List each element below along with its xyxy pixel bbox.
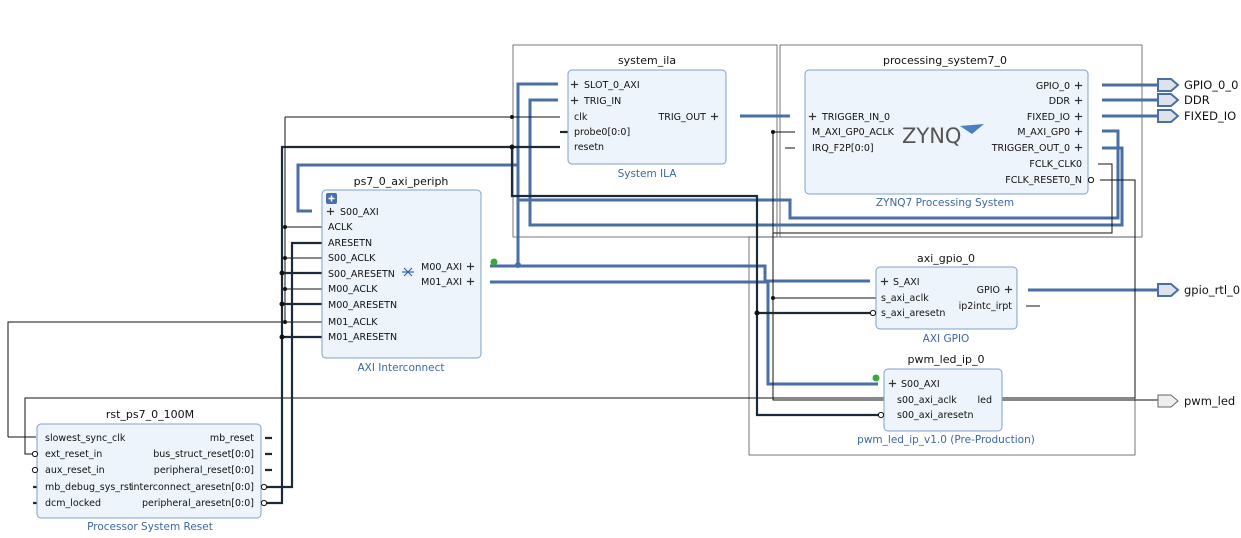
ext-port-gpio-0-0[interactable]: GPIO_0_0 xyxy=(1184,78,1238,92)
port-peripheral-reset[interactable]: peripheral_reset[0:0] xyxy=(154,465,254,476)
port-slot0-axi[interactable]: SLOT_0_AXI xyxy=(584,80,640,91)
axi-interconnect-block[interactable]: ps7_0_axi_periph S00_AXI ACLK ARESETN S0… xyxy=(321,175,498,374)
ps7-subtitle: ZYNQ7 Processing System xyxy=(876,197,1014,209)
port-m01-axi[interactable]: M01_AXI xyxy=(421,277,462,288)
port-aux-reset-in[interactable]: aux_reset_in xyxy=(45,465,105,476)
port-m00-axi[interactable]: M00_AXI xyxy=(421,262,462,273)
ext-port-fixed-io[interactable]: FIXED_IO xyxy=(1184,109,1236,123)
ps7-block[interactable]: processing_system7_0 TRIGGER_IN_0 M_AXI_… xyxy=(804,54,1095,209)
port-clk[interactable]: clk xyxy=(574,112,588,123)
port-gpio[interactable]: GPIO xyxy=(977,285,1000,296)
axi-gpio-subtitle: AXI GPIO xyxy=(923,333,970,345)
port-bus-struct-reset[interactable]: bus_struct_reset[0:0] xyxy=(153,449,254,460)
debug-bug-icon xyxy=(872,374,880,382)
port-s-axi-aresetn[interactable]: s_axi_aresetn xyxy=(881,308,945,319)
system-ila-name: system_ila xyxy=(618,54,676,67)
port-m-axi-gp0[interactable]: M_AXI_GP0 xyxy=(1017,127,1070,138)
port-m-axi-gp0-aclk[interactable]: M_AXI_GP0_ACLK xyxy=(812,127,895,138)
rst-subtitle: Processor System Reset xyxy=(87,521,213,533)
port-s00-axi[interactable]: S00_AXI xyxy=(340,207,379,218)
port-probe0[interactable]: probe0[0:0] xyxy=(574,127,630,138)
bus-m01-axi[interactable] xyxy=(490,280,878,386)
port-slowest-sync-clk[interactable]: slowest_sync_clk xyxy=(45,433,126,444)
port-fixed-io[interactable]: FIXED_IO xyxy=(1027,112,1070,123)
port-s-axi-aclk[interactable]: s_axi_aclk xyxy=(881,293,929,304)
pwm-name: pwm_led_ip_0 xyxy=(907,353,984,366)
port-trig-out[interactable]: TRIG_OUT xyxy=(657,112,706,123)
inverted-port-bubble xyxy=(877,411,885,419)
axi-periph-subtitle: AXI Interconnect xyxy=(357,362,444,374)
net-interconnect-aresetn[interactable] xyxy=(267,241,322,489)
port-m01-aresetn[interactable]: M01_ARESETN xyxy=(328,332,397,343)
port-led[interactable]: led xyxy=(977,395,992,406)
axi-gpio-block[interactable]: axi_gpio_0 S_AXI s_axi_aclk s_axi_areset… xyxy=(869,252,1018,345)
rst-name: rst_ps7_0_100M xyxy=(106,408,194,421)
port-mb-debug-sys-rst[interactable]: mb_debug_sys_rst xyxy=(45,482,133,493)
bus-slot0-axi[interactable] xyxy=(516,82,558,265)
axi-periph-name: ps7_0_axi_periph xyxy=(354,175,449,188)
port-ext-reset-in[interactable]: ext_reset_in xyxy=(45,449,102,460)
ext-port-gpio-0-0-icon[interactable] xyxy=(1157,78,1180,92)
inverted-port-bubble xyxy=(31,450,39,458)
port-m01-aclk[interactable]: M01_ACLK xyxy=(328,317,378,328)
ext-port-ddr-icon[interactable] xyxy=(1157,93,1180,107)
inverted-port-bubble xyxy=(31,466,39,474)
ps7-name: processing_system7_0 xyxy=(883,54,1007,67)
pwm-subtitle: pwm_led_ip_v1.0 (Pre-Production) xyxy=(857,434,1035,446)
port-resetn[interactable]: resetn xyxy=(574,142,604,153)
ext-port-gpio-rtl-0[interactable]: gpio_rtl_0 xyxy=(1184,283,1240,297)
net-clk-branches[interactable] xyxy=(285,226,322,323)
ext-port-pwm-led[interactable]: pwm_led xyxy=(1184,394,1235,408)
port-peripheral-aresetn[interactable]: peripheral_aresetn[0:0] xyxy=(142,498,254,509)
port-fclk-clk0[interactable]: FCLK_CLK0 xyxy=(1029,159,1082,170)
processor-reset-block[interactable]: rst_ps7_0_100M slowest_sync_clk ext_rese… xyxy=(31,408,268,533)
inverted-port-bubble xyxy=(260,499,268,507)
ext-port-pwm-led-icon[interactable] xyxy=(1157,394,1179,408)
port-ip2intc-irpt[interactable]: ip2intc_irpt xyxy=(959,301,1013,312)
port-trig-in[interactable]: TRIG_IN xyxy=(583,96,621,107)
port-s00-axi-aclk[interactable]: s00_axi_aclk xyxy=(897,395,957,406)
port-pwm-s00-axi[interactable]: S00_AXI xyxy=(901,379,940,390)
port-s00-aresetn[interactable]: S00_ARESETN xyxy=(328,269,395,280)
port-ddr[interactable]: DDR xyxy=(1049,96,1071,107)
ext-port-ddr[interactable]: DDR xyxy=(1184,93,1210,107)
port-m00-aclk[interactable]: M00_ACLK xyxy=(328,284,378,295)
system-ila-subtitle: System ILA xyxy=(618,168,678,180)
port-interconnect-aresetn[interactable]: interconnect_aresetn[0:0] xyxy=(131,482,254,493)
port-fclk-reset0-n[interactable]: FCLK_RESET0_N xyxy=(1005,175,1082,186)
ext-port-fixed-io-icon[interactable] xyxy=(1157,109,1180,123)
port-gpio-0[interactable]: GPIO_0 xyxy=(1036,81,1070,92)
port-irq-f2p[interactable]: IRQ_F2P[0:0] xyxy=(812,143,874,154)
zynq-logo: ZYNQ xyxy=(902,124,961,148)
bus-m00-axi[interactable] xyxy=(490,264,870,283)
port-trigger-out-0[interactable]: TRIGGER_OUT_0 xyxy=(991,143,1070,154)
port-s00-aclk[interactable]: S00_ACLK xyxy=(328,253,376,264)
inverted-port-bubble xyxy=(260,483,268,491)
port-s00-axi-aresetn[interactable]: s00_axi_aresetn xyxy=(897,410,974,421)
block-design-canvas: system_ila SLOT_0_AXI TRIG_IN clk probe0… xyxy=(7,44,1240,533)
inverted-port-bubble xyxy=(869,309,877,317)
rst-output-stubs xyxy=(265,436,272,472)
port-s-axi[interactable]: S_AXI xyxy=(893,277,920,288)
debug-bug-icon xyxy=(490,258,498,266)
net-aresetn-branches[interactable] xyxy=(282,271,322,339)
system-ila-block[interactable]: system_ila SLOT_0_AXI TRIG_IN clk probe0… xyxy=(567,54,727,180)
port-aclk[interactable]: ACLK xyxy=(328,222,353,233)
axi-gpio-name: axi_gpio_0 xyxy=(917,252,975,265)
port-dcm-locked[interactable]: dcm_locked xyxy=(45,498,101,509)
inverted-port-bubble xyxy=(1087,176,1095,184)
port-m00-aresetn[interactable]: M00_ARESETN xyxy=(328,300,397,311)
port-trigger-in-0[interactable]: TRIGGER_IN_0 xyxy=(821,112,890,123)
port-aresetn[interactable]: ARESETN xyxy=(328,238,372,249)
ext-port-gpio-rtl-0-icon[interactable] xyxy=(1157,283,1180,297)
port-mb-reset[interactable]: mb_reset xyxy=(210,433,254,444)
external-ports[interactable]: GPIO_0_0 DDR FIXED_IO gpio_rtl_0 pwm_led xyxy=(1157,78,1240,408)
